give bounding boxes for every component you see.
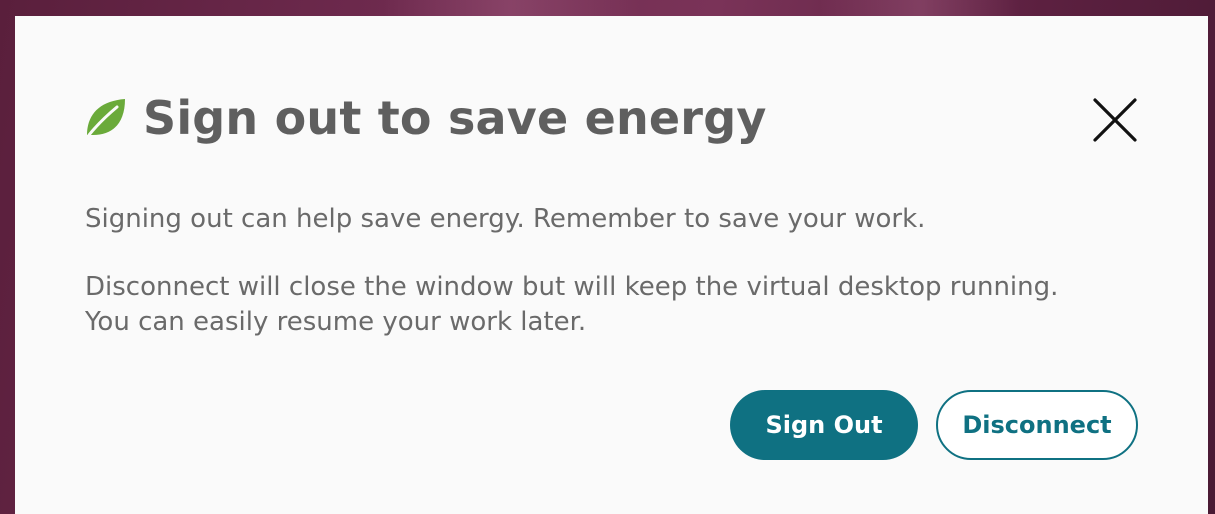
sign-out-dialog: Sign out to save energy Signing out can …: [15, 16, 1208, 514]
close-button[interactable]: [1089, 94, 1141, 146]
close-icon: [1093, 98, 1137, 142]
disconnect-message: Disconnect will close the window but wil…: [85, 270, 1058, 340]
dialog-title: Sign out to save energy: [143, 91, 767, 145]
backdrop-streak: [820, 0, 1020, 16]
dialog-header: Sign out to save energy: [83, 90, 767, 146]
leaf-icon: [83, 95, 129, 141]
disconnect-button[interactable]: Disconnect: [936, 390, 1138, 460]
disconnect-message-line-1: Disconnect will close the window but wil…: [85, 272, 1059, 302]
energy-message: Signing out can help save energy. Rememb…: [85, 204, 926, 234]
disconnect-message-line-2: You can easily resume your work later.: [85, 307, 587, 337]
sign-out-button[interactable]: Sign Out: [730, 390, 918, 460]
backdrop-streak: [380, 0, 640, 16]
